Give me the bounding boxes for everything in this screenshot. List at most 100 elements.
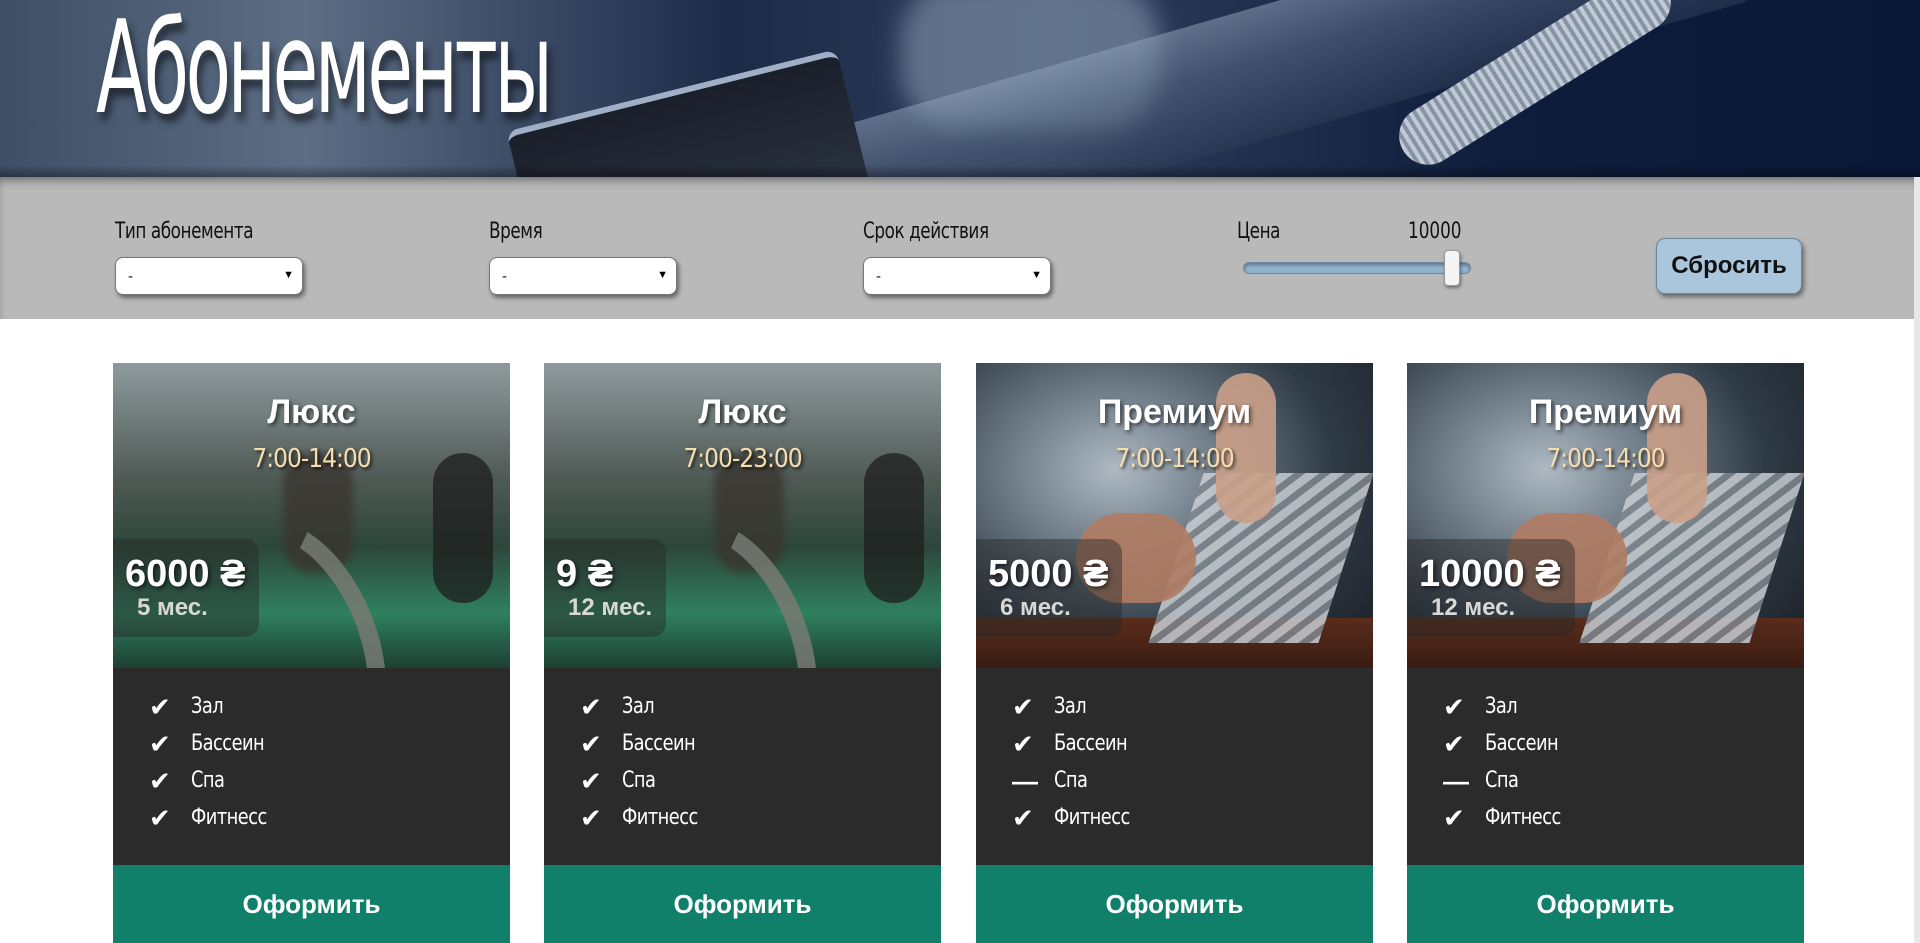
feature-item: ✔ Фитнесс xyxy=(580,799,706,836)
filter-duration: Срок действия - ▼ xyxy=(863,219,1051,295)
card-time: 7:00-23:00 xyxy=(683,444,802,474)
check-icon: ✔ xyxy=(580,802,602,833)
filter-type: Тип абонемента - ▼ xyxy=(115,219,303,295)
price-value: 10000 xyxy=(1408,219,1462,244)
reset-button[interactable]: Сбросить xyxy=(1656,238,1802,294)
feature-label: Фитнесс xyxy=(191,805,267,830)
time-select[interactable]: - ▼ xyxy=(489,257,677,295)
card-type: Премиум xyxy=(1097,393,1252,431)
feature-label: Зал xyxy=(1485,694,1518,719)
order-button[interactable]: Оформить xyxy=(544,865,941,943)
dash-icon: — xyxy=(1443,765,1469,796)
feature-item: ✔ Бассеин xyxy=(1443,725,1569,762)
card-duration: 6 мес. xyxy=(1000,594,1071,621)
card-time: 7:00-14:00 xyxy=(252,444,371,474)
order-button[interactable]: Оформить xyxy=(113,865,510,943)
feature-label: Спа xyxy=(1054,768,1088,793)
dash-icon: — xyxy=(1012,765,1038,796)
feature-label: Зал xyxy=(1054,694,1087,719)
feature-label: Бассеин xyxy=(191,731,265,756)
feature-item: ✔ Бассеин xyxy=(1012,725,1138,762)
price-slider[interactable] xyxy=(1243,250,1471,286)
card-image: Премиум 7:00-14:00 5000 ₴ 6 мес. xyxy=(976,363,1373,668)
card-time: 7:00-14:00 xyxy=(1546,444,1665,474)
image-person xyxy=(433,453,493,603)
check-icon: ✔ xyxy=(149,691,171,722)
check-icon: ✔ xyxy=(149,765,171,796)
feature-label: Бассеин xyxy=(1054,731,1128,756)
check-icon: ✔ xyxy=(1443,728,1465,759)
chevron-down-icon: ▼ xyxy=(657,269,668,281)
filter-time-label: Время xyxy=(489,219,543,244)
subscription-card: Люкс 7:00-14:00 6000 ₴ 5 мес. ✔ Зал ✔ Басс… xyxy=(113,363,510,943)
feature-item: ✔ Спа xyxy=(580,762,706,799)
feature-label: Фитнесс xyxy=(1054,805,1130,830)
feature-item: ✔ Спа xyxy=(149,762,275,799)
feature-item: ✔ Зал xyxy=(149,688,275,725)
card-price: 5000 ₴ xyxy=(988,553,1109,595)
feature-list: ✔ Зал ✔ Бассеин — Спа ✔ Фитнесс xyxy=(1443,688,1569,836)
feature-label: Фитнесс xyxy=(622,805,698,830)
feature-item: — Спа xyxy=(1443,762,1569,799)
order-button[interactable]: Оформить xyxy=(976,865,1373,943)
feature-item: ✔ Фитнесс xyxy=(149,799,275,836)
card-duration: 12 мес. xyxy=(1431,594,1516,621)
subscription-card: Премиум 7:00-14:00 5000 ₴ 6 мес. ✔ Зал ✔ Б… xyxy=(976,363,1373,943)
card-type: Премиум xyxy=(1528,393,1683,431)
card-duration: 5 мес. xyxy=(137,594,208,621)
check-icon: ✔ xyxy=(149,728,171,759)
check-icon: ✔ xyxy=(580,728,602,759)
feature-list: ✔ Зал ✔ Бассеин ✔ Спа ✔ Фитнесс xyxy=(149,688,275,836)
feature-item: ✔ Бассеин xyxy=(149,725,275,762)
feature-label: Бассеин xyxy=(622,731,696,756)
header-banner: Абонементы xyxy=(0,0,1920,177)
banner-plate-graphic xyxy=(506,49,874,177)
card-image: Люкс 7:00-23:00 9 ₴ 12 мес. xyxy=(544,363,941,668)
chevron-down-icon: ▼ xyxy=(283,269,294,281)
card-duration: 12 мес. xyxy=(568,594,653,621)
filter-time: Время - ▼ xyxy=(489,219,677,295)
chevron-down-icon: ▼ xyxy=(1031,269,1042,281)
check-icon: ✔ xyxy=(580,691,602,722)
type-select-value: - xyxy=(128,268,133,285)
check-icon: ✔ xyxy=(1012,802,1034,833)
feature-item: ✔ Зал xyxy=(580,688,706,725)
page-scrollbar[interactable] xyxy=(1914,177,1920,943)
banner-shadow xyxy=(0,165,1920,177)
card-image: Люкс 7:00-14:00 6000 ₴ 5 мес. xyxy=(113,363,510,668)
order-button[interactable]: Оформить xyxy=(1407,865,1804,943)
price-box: 10000 ₴ 12 мес. xyxy=(1407,539,1575,637)
feature-label: Спа xyxy=(191,768,225,793)
check-icon: ✔ xyxy=(1012,691,1034,722)
image-person xyxy=(864,453,924,603)
feature-label: Спа xyxy=(622,768,656,793)
check-icon: ✔ xyxy=(1443,691,1465,722)
check-icon: ✔ xyxy=(1012,728,1034,759)
price-box: 5000 ₴ 6 мес. xyxy=(976,539,1123,637)
subscription-card: Премиум 7:00-14:00 10000 ₴ 12 мес. ✔ Зал … xyxy=(1407,363,1804,943)
card-price: 10000 ₴ xyxy=(1419,553,1561,595)
time-select-value: - xyxy=(502,268,507,285)
filter-price: Цена xyxy=(1237,219,1288,244)
duration-select-value: - xyxy=(876,268,881,285)
type-select[interactable]: - ▼ xyxy=(115,257,303,295)
filter-price-label: Цена xyxy=(1237,219,1281,244)
filter-bar: Тип абонемента - ▼ Время - ▼ Срок действ… xyxy=(0,177,1920,319)
card-price: 9 ₴ xyxy=(556,553,614,595)
feature-label: Зал xyxy=(191,694,224,719)
feature-item: ✔ Зал xyxy=(1012,688,1138,725)
feature-label: Спа xyxy=(1485,768,1519,793)
check-icon: ✔ xyxy=(1443,802,1465,833)
price-slider-thumb[interactable] xyxy=(1443,250,1460,286)
check-icon: ✔ xyxy=(580,765,602,796)
duration-select[interactable]: - ▼ xyxy=(863,257,1051,295)
check-icon: ✔ xyxy=(149,802,171,833)
feature-item: ✔ Зал xyxy=(1443,688,1569,725)
feature-label: Зал xyxy=(622,694,655,719)
subscription-card: Люкс 7:00-23:00 9 ₴ 12 мес. ✔ Зал ✔ Бассеи… xyxy=(544,363,941,943)
filter-duration-label: Срок действия xyxy=(863,219,989,244)
card-image: Премиум 7:00-14:00 10000 ₴ 12 мес. xyxy=(1407,363,1804,668)
price-slider-track[interactable] xyxy=(1243,262,1471,274)
feature-label: Бассеин xyxy=(1485,731,1559,756)
feature-list: ✔ Зал ✔ Бассеин — Спа ✔ Фитнесс xyxy=(1012,688,1138,836)
